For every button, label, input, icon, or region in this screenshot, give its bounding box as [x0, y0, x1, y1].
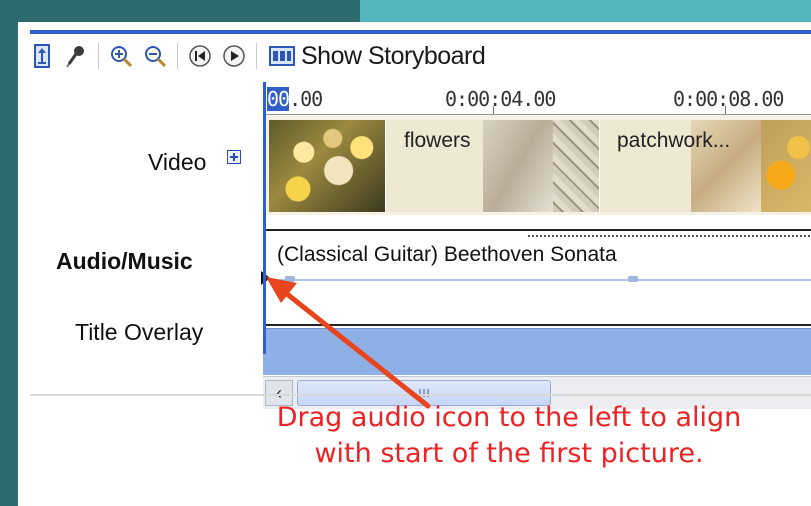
audio-volume-line [265, 279, 811, 281]
ruler-start-prefix: 00 [267, 87, 290, 111]
title-overlay-track-label: Title Overlay [75, 319, 204, 345]
ruler-mark-8s: 0:00:08.00 [673, 87, 784, 111]
ruler-tick [725, 106, 726, 114]
annotation-caption: Drag audio icon to the left to align wit… [239, 400, 779, 472]
expand-video-track-icon[interactable] [227, 150, 241, 164]
transition-thumbnail[interactable] [553, 120, 599, 212]
ruler-tick [493, 106, 494, 114]
show-storyboard-button[interactable]: Show Storyboard [265, 41, 489, 71]
audio-music-track: (Classical Guitar) Beethoven Sonata [261, 229, 811, 326]
annotation-line-2: with start of the first picture. [314, 438, 704, 469]
time-ruler[interactable]: 00.00 0:00:04.00 0:00:08.00 [263, 82, 811, 115]
playhead-indicator[interactable] [263, 82, 266, 354]
ruler-start-suffix: .00 [289, 87, 323, 111]
toolbar-separator [256, 43, 257, 69]
set-audio-levels-button[interactable] [28, 42, 56, 70]
ruler-mark-4s: 0:00:04.00 [445, 87, 556, 111]
ruler-start-label: 00.00 [267, 87, 323, 111]
narrate-timeline-button[interactable] [62, 42, 90, 70]
microphone-icon [66, 46, 84, 68]
zoom-in-icon [111, 46, 133, 68]
audio-music-track-label: Audio/Music [56, 248, 193, 274]
timeline-toolbar: Show Storyboard [28, 38, 808, 74]
timeline-area: 00.00 0:00:04.00 0:00:08.00 flowers patc… [261, 82, 811, 409]
flowers-clip-label: flowers [404, 129, 471, 152]
audio-fade-handle[interactable] [628, 276, 638, 282]
timeline-narration-icon [34, 44, 50, 68]
video-track: flowers patchwork... [263, 115, 811, 215]
panel-top-rule [30, 30, 811, 34]
video-track-label: Video [148, 149, 207, 175]
audio-track-dotted-rule [528, 235, 811, 237]
patchwork-clip-label: patchwork... [617, 129, 731, 152]
rewind-button[interactable] [186, 42, 214, 70]
background-top-left [0, 0, 360, 22]
panel-bottom-rule [30, 394, 811, 396]
title-overlay-track[interactable] [263, 328, 811, 375]
flowers-clip-thumbnail[interactable] [269, 120, 385, 212]
play-button[interactable] [220, 42, 248, 70]
show-storyboard-label: Show Storyboard [301, 41, 486, 70]
play-icon [223, 45, 245, 67]
zoom-out-button[interactable] [141, 42, 169, 70]
audio-clip-label: (Classical Guitar) Beethoven Sonata [277, 243, 617, 266]
rewind-icon [189, 45, 211, 67]
zoom-in-button[interactable] [107, 42, 135, 70]
toolbar-separator [177, 43, 178, 69]
orange-clip-thumbnail[interactable] [761, 120, 811, 212]
toolbar-separator [98, 43, 99, 69]
zoom-out-icon [145, 46, 167, 68]
transition-thumbnail[interactable] [483, 120, 553, 212]
audio-fade-handle[interactable] [285, 276, 295, 282]
annotation-line-1: Drag audio icon to the left to align [276, 402, 742, 433]
storyboard-icon [269, 46, 295, 66]
background-left-band [0, 0, 18, 506]
